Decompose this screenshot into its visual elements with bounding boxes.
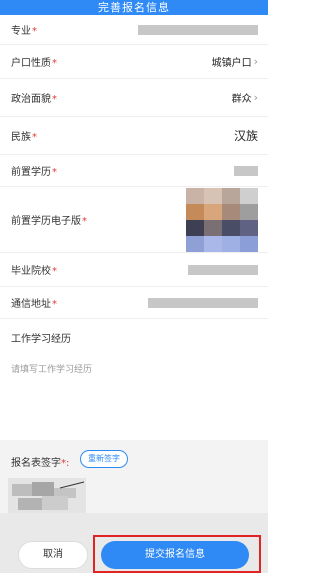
ethnicity-row[interactable]: 民族* 汉族 — [0, 117, 268, 155]
signature-image — [8, 478, 86, 516]
required-mark: * — [82, 216, 87, 227]
work-history-label: 工作学习经历 — [11, 334, 71, 345]
prior-edu-row[interactable]: 前置学历* — [0, 155, 268, 187]
major-row[interactable]: 专业* — [0, 15, 268, 45]
chevron-right-icon: › — [253, 55, 258, 68]
school-value — [188, 264, 258, 275]
required-mark: * — [52, 58, 57, 69]
hukou-label: 户口性质* — [11, 58, 57, 69]
required-mark: * — [52, 167, 57, 178]
ethnicity-label: 民族* — [11, 132, 37, 143]
political-value: 群众 › — [231, 91, 258, 105]
hukou-row[interactable]: 户口性质* 城镇户口 › — [0, 45, 268, 79]
ethnicity-value: 汉族 — [233, 129, 258, 143]
address-row[interactable]: 通信地址* — [0, 287, 268, 319]
chevron-right-icon: › — [253, 91, 258, 104]
required-mark: * — [32, 132, 37, 143]
hukou-value: 城镇户口 › — [211, 55, 258, 69]
prior-edu-e-row[interactable]: 前置学历电子版* — [0, 187, 268, 253]
signature-label: 报名表签字*: — [11, 458, 70, 469]
work-history-placeholder: 请填写工作学习经历 — [11, 365, 93, 375]
required-mark: * — [52, 266, 57, 277]
page-title: 完善报名信息 — [0, 0, 268, 15]
required-mark: * — [52, 94, 57, 105]
required-mark: * — [52, 299, 57, 310]
prior-edu-e-label: 前置学历电子版* — [11, 216, 87, 227]
school-label: 毕业院校* — [11, 266, 57, 277]
political-label: 政治面貌* — [11, 94, 57, 105]
submit-button[interactable]: 提交报名信息 — [101, 541, 249, 569]
resign-button[interactable]: 重新签字 — [80, 450, 128, 468]
political-row[interactable]: 政治面貌* 群众 › — [0, 79, 268, 117]
prior-edu-value — [234, 165, 258, 176]
address-label: 通信地址* — [11, 299, 57, 310]
address-value — [148, 297, 258, 308]
diploma-image[interactable] — [186, 187, 258, 252]
prior-edu-label: 前置学历* — [11, 167, 57, 178]
school-row[interactable]: 毕业院校* — [0, 253, 268, 287]
major-label: 专业* — [11, 26, 37, 37]
cancel-button[interactable]: 取消 — [18, 541, 88, 569]
required-mark: * — [32, 26, 37, 37]
major-value — [138, 24, 258, 35]
